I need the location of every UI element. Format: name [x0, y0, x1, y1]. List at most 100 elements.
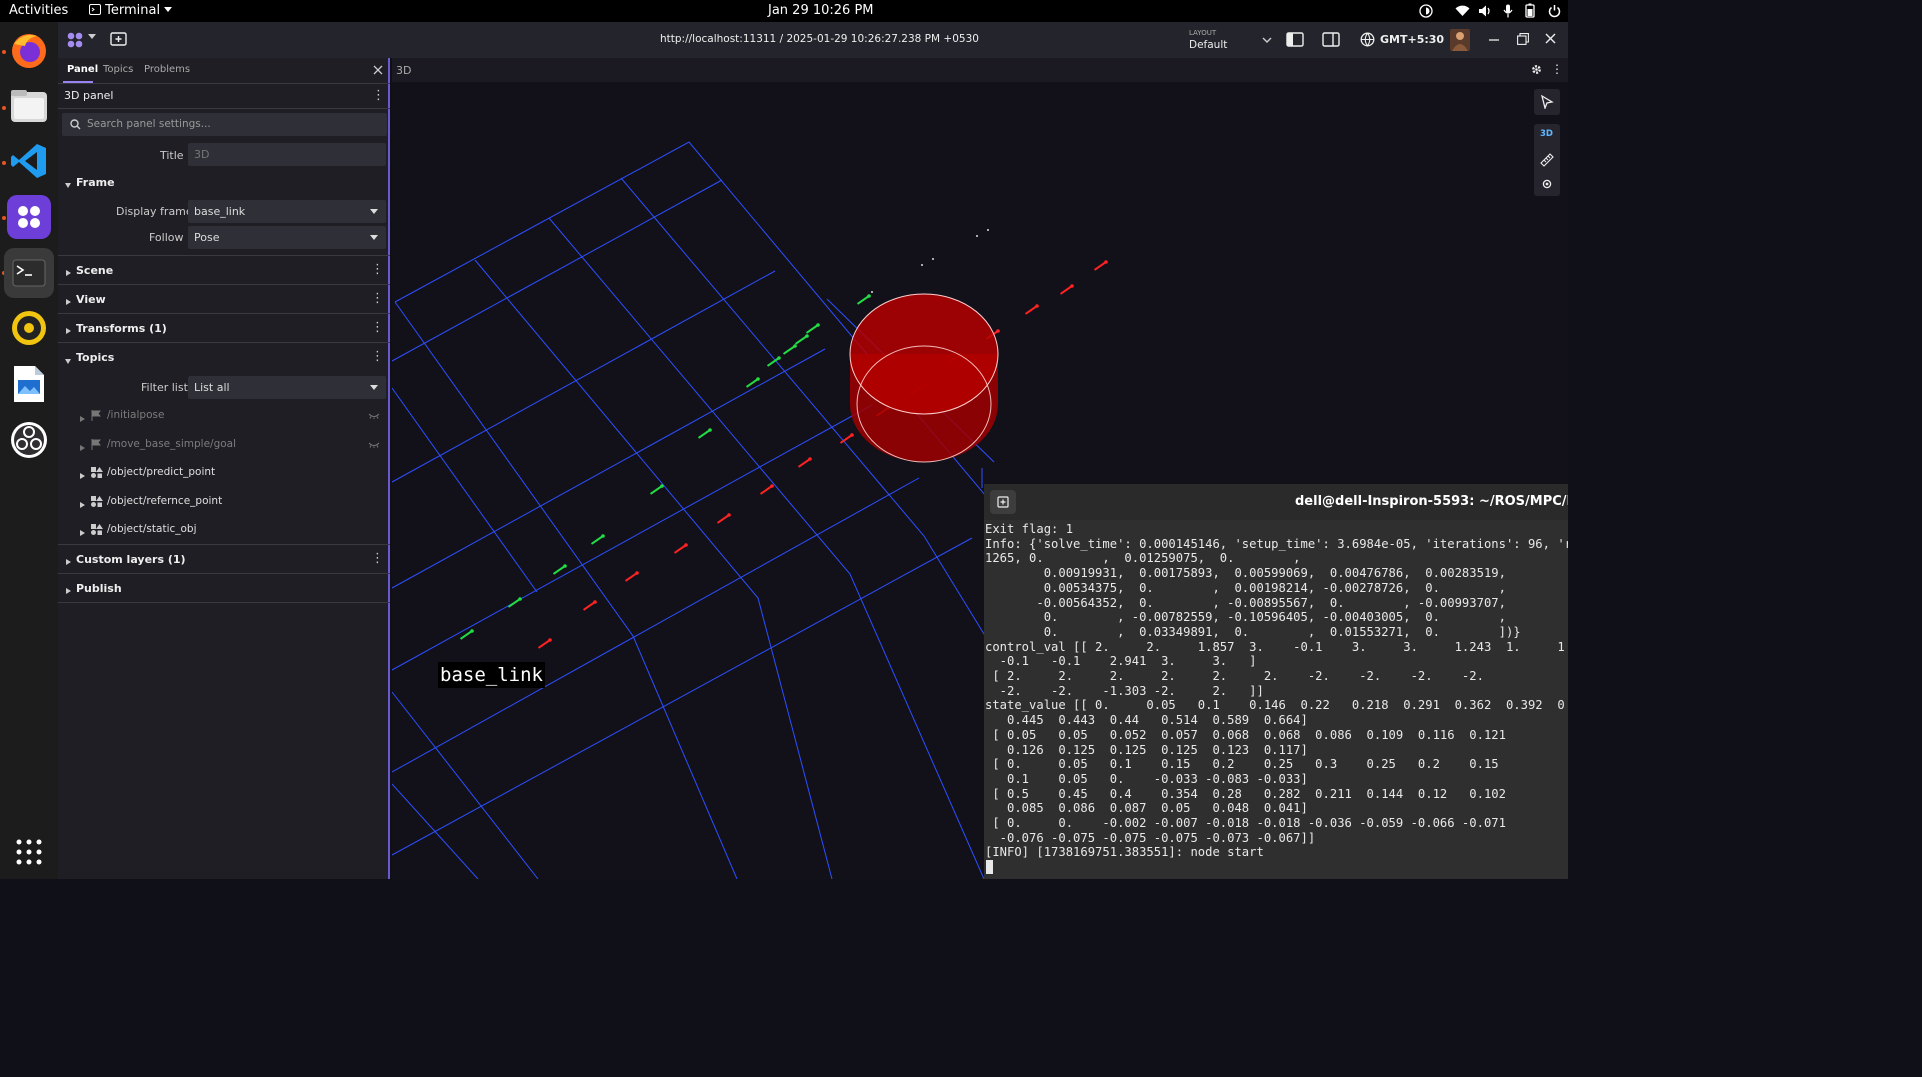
terminal-icon[interactable] [4, 248, 54, 298]
custom-layers-section-title[interactable]: Custom layers (1) [76, 553, 186, 566]
scene-menu-icon[interactable]: ⋮ [371, 263, 384, 277]
topics-section-title[interactable]: Topics [76, 351, 114, 364]
avatar[interactable] [1450, 29, 1470, 51]
panel-menu-icon[interactable]: ⋮ [372, 89, 385, 103]
view-menu-icon[interactable]: ⋮ [371, 292, 384, 306]
volume-icon[interactable] [1478, 4, 1492, 18]
minimize-icon[interactable] [1489, 39, 1499, 41]
gear-icon[interactable] [1531, 64, 1542, 75]
left-sidebar-toggle-icon[interactable] [1286, 32, 1304, 47]
publish-point-icon[interactable] [1542, 179, 1552, 189]
right-sidebar-toggle-icon[interactable] [1322, 32, 1340, 47]
firefox-icon[interactable] [7, 28, 51, 72]
system-top-bar: Activities Terminal Jan 29 10:26 PM [0, 0, 1568, 22]
obs-icon[interactable] [7, 418, 51, 462]
timezone-selector[interactable]: GMT+5:30 [1380, 33, 1444, 46]
title-field[interactable]: 3D [188, 143, 386, 166]
topic-row-refernce-point[interactable]: /object/refernce_point [58, 490, 388, 514]
transforms-menu-icon[interactable]: ⋮ [371, 321, 384, 335]
marker-arrow [507, 598, 521, 608]
frame-section-title[interactable]: Frame [76, 176, 115, 189]
add-panel-icon[interactable] [110, 32, 128, 48]
rhythmbox-icon[interactable] [7, 306, 51, 350]
terminal-line: -0.00564352, 0. , -0.00895567, 0. , -0.0… [985, 595, 1506, 610]
accessibility-icon[interactable] [1419, 4, 1433, 18]
marker-arrow-head [548, 638, 552, 642]
topic-row-static-obj[interactable]: /object/static_obj [58, 518, 388, 542]
chevron-right-icon[interactable] [66, 555, 71, 568]
app-menu[interactable]: Terminal [89, 3, 173, 18]
flag-icon [91, 439, 101, 450]
follow-mode-select[interactable]: Pose [188, 226, 386, 249]
3d-mode-toggle[interactable]: 3D [1540, 129, 1553, 139]
frame-section-toggle[interactable] [65, 178, 71, 191]
tab-topics[interactable]: Topics [103, 64, 133, 75]
marker-arrow-head [518, 597, 522, 601]
wifi-icon[interactable] [1455, 5, 1470, 17]
activities-button[interactable]: Activities [9, 3, 68, 18]
chevron-down-icon[interactable] [65, 354, 71, 367]
chevron-right-icon[interactable] [66, 584, 71, 597]
terminal-line: 0.00534375, 0. , 0.00198214, -0.00278726… [985, 580, 1506, 595]
restore-icon[interactable] [1517, 33, 1529, 45]
marker-arrow-head [996, 329, 1000, 333]
terminal-line: [ 0.05 0.05 0.052 0.057 0.068 0.068 0.08… [985, 727, 1506, 742]
marker-arrow [673, 544, 687, 554]
microphone-icon[interactable] [1503, 4, 1513, 18]
power-icon[interactable] [1548, 4, 1561, 18]
new-tab-button[interactable] [990, 490, 1016, 514]
static-obstacle-cylinder [849, 293, 999, 463]
topics-menu-icon[interactable]: ⋮ [371, 350, 384, 364]
terminal-line: [INFO] [1738169751.383551]: node start [985, 845, 1264, 860]
interaction-tool-button[interactable] [1534, 89, 1560, 115]
filter-list-select[interactable]: List all [188, 376, 386, 399]
scene-section-title[interactable]: Scene [76, 264, 113, 277]
vscode-icon[interactable] [7, 139, 51, 183]
topic-row-predict-point[interactable]: /object/predict_point [58, 461, 388, 485]
show-apps-icon[interactable] [7, 830, 51, 874]
clock[interactable]: Jan 29 10:26 PM [768, 3, 874, 18]
visibility-off-icon[interactable] [368, 413, 380, 419]
panel-menu-icon[interactable]: ⋮ [1551, 62, 1563, 76]
topic-row-initialpose[interactable]: /initialpose [58, 404, 388, 428]
connection-source[interactable]: http://localhost:11311 / 2025-01-29 10:2… [660, 33, 979, 45]
chevron-right-icon[interactable] [66, 266, 71, 279]
writer-icon[interactable] [7, 362, 51, 406]
marker-arrow [552, 565, 566, 575]
panel-name[interactable]: 3D [396, 64, 411, 77]
custom-layers-menu-icon[interactable]: ⋮ [371, 552, 384, 566]
search-input[interactable]: Search panel settings... [62, 113, 387, 136]
marker-arrow-head [777, 356, 781, 360]
app-menu-icon[interactable] [66, 31, 84, 49]
ruler-icon[interactable] [1540, 153, 1554, 167]
layout-selector[interactable]: LAYOUT Default [1188, 27, 1288, 53]
tab-panel[interactable]: Panel [67, 64, 98, 75]
title-label: Title [160, 149, 184, 162]
battery-icon[interactable] [1525, 3, 1535, 18]
files-icon[interactable] [7, 84, 51, 128]
foxglove-icon[interactable] [7, 195, 51, 239]
divider [58, 602, 390, 603]
close-icon[interactable] [1545, 33, 1556, 44]
marker-arrow [716, 514, 730, 524]
terminal-window[interactable]: dell@dell-Inspiron-5593: ~/ROS/MPC/MPC_m… [984, 484, 1568, 879]
close-icon[interactable] [373, 65, 383, 75]
terminal-output[interactable]: Exit flag: 1 Info: {'solve_time': 0.00014… [984, 522, 1568, 879]
visibility-off-icon[interactable] [368, 442, 380, 448]
terminal-titlebar[interactable]: dell@dell-Inspiron-5593: ~/ROS/MPC/MPC_m… [984, 484, 1568, 520]
filter-list-label: Filter list [141, 381, 188, 394]
marker-arrow [590, 535, 604, 545]
chevron-down-icon[interactable] [88, 34, 96, 39]
tab-problems[interactable]: Problems [144, 64, 190, 75]
dock [0, 22, 58, 879]
display-frame-select[interactable]: base_link [188, 200, 386, 223]
view-section-title[interactable]: View [76, 293, 106, 306]
chevron-down-icon [370, 385, 378, 390]
chevron-right-icon[interactable] [66, 324, 71, 337]
publish-section-title[interactable]: Publish [76, 582, 122, 595]
transforms-section-title[interactable]: Transforms (1) [76, 322, 167, 335]
filter-list-value: List all [194, 381, 230, 394]
topic-row-move-base-goal[interactable]: /move_base_simple/goal [58, 433, 388, 457]
chevron-right-icon[interactable] [66, 295, 71, 308]
terminal-line: -0.076 -0.075 -0.075 -0.075 -0.073 -0.06… [985, 830, 1316, 845]
